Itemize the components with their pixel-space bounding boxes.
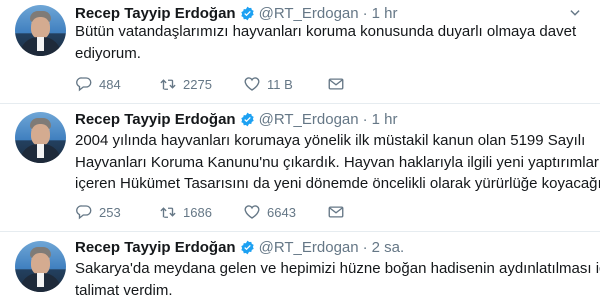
avatar[interactable] (15, 112, 66, 163)
verified-badge-icon (240, 112, 255, 127)
retweet-count: 2275 (183, 77, 212, 92)
author-name[interactable]: Recep Tayyip Erdoğan (75, 5, 236, 22)
retweet-button[interactable]: 1686 (159, 203, 243, 221)
like-button[interactable]: 11 B (243, 75, 327, 93)
envelope-icon (327, 203, 345, 221)
timestamp[interactable]: 1 hr (372, 111, 398, 128)
tweet[interactable]: Recep Tayyip Erdoğan @RT_Erdogan · 1 hr … (0, 104, 600, 232)
reply-button[interactable]: 253 (75, 203, 159, 221)
tweet[interactable]: Recep Tayyip Erdoğan @RT_Erdogan · 1 hr … (0, 0, 600, 104)
retweet-count: 1686 (183, 205, 212, 220)
action-bar: 253 1686 6643 (75, 202, 411, 222)
tweet-text-line: içeren Hükümet Tasarısını da yeni dönemd… (75, 173, 575, 195)
retweet-button[interactable]: 2275 (159, 75, 243, 93)
verified-badge-icon (240, 6, 255, 21)
author-name[interactable]: Recep Tayyip Erdoğan (75, 239, 236, 256)
action-bar: 484 2275 11 B (75, 74, 411, 94)
envelope-icon (327, 75, 345, 93)
separator-dot: · (363, 239, 368, 256)
avatar[interactable] (15, 241, 66, 292)
tweet-text-line: Hayvanları Koruma Kanunu'nu çıkardık. Ha… (75, 152, 575, 174)
reply-button[interactable]: 484 (75, 75, 159, 93)
reply-count: 253 (99, 205, 121, 220)
tweet-text-line: talimat verdim. (75, 280, 575, 301)
tweet-text: 2004 yılında hayvanları korumaya yönelik… (75, 130, 575, 195)
tweet-text-line: 2004 yılında hayvanları korumaya yönelik… (75, 130, 575, 152)
reply-icon (75, 203, 93, 221)
like-count: 11 B (267, 77, 293, 92)
chevron-down-icon[interactable] (568, 6, 582, 20)
tweet-text: Sakarya'da meydana gelen ve hepimizi hüz… (75, 258, 575, 301)
tweet[interactable]: Recep Tayyip Erdoğan @RT_Erdogan · 2 sa.… (0, 232, 600, 296)
author-handle[interactable]: @RT_Erdogan (259, 5, 359, 22)
heart-icon (243, 75, 261, 93)
direct-message-button[interactable] (327, 203, 411, 221)
separator-dot: · (363, 5, 368, 22)
retweet-icon (159, 203, 177, 221)
author-handle[interactable]: @RT_Erdogan (259, 239, 359, 256)
timestamp[interactable]: 2 sa. (372, 239, 405, 256)
reply-count: 484 (99, 77, 121, 92)
like-count: 6643 (267, 205, 296, 220)
retweet-icon (159, 75, 177, 93)
separator-dot: · (363, 111, 368, 128)
heart-icon (243, 203, 261, 221)
tweet-text-line: Sakarya'da meydana gelen ve hepimizi hüz… (75, 258, 575, 280)
tweet-text-line: ediyorum. (75, 43, 575, 65)
like-button[interactable]: 6643 (243, 203, 327, 221)
verified-badge-icon (240, 240, 255, 255)
avatar[interactable] (15, 5, 66, 56)
author-handle[interactable]: @RT_Erdogan (259, 111, 359, 128)
timestamp[interactable]: 1 hr (372, 5, 398, 22)
author-name[interactable]: Recep Tayyip Erdoğan (75, 111, 236, 128)
reply-icon (75, 75, 93, 93)
direct-message-button[interactable] (327, 75, 411, 93)
tweet-text: Bütün vatandaşlarımızı hayvanları koruma… (75, 21, 575, 64)
tweet-text-line: Bütün vatandaşlarımızı hayvanları koruma… (75, 21, 575, 43)
